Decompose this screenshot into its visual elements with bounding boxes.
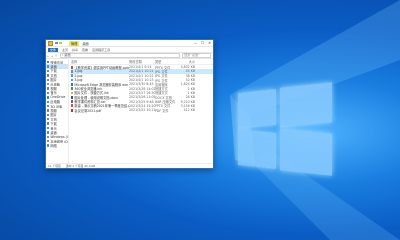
folder-icon [47,65,50,68]
new-folder-icon[interactable] [59,41,62,45]
folder-icon [47,104,50,108]
folder-icon [47,109,50,112]
item-count: 11 个项目 [48,164,61,168]
windows-logo [238,82,333,176]
maximize-button[interactable]: ☐ [199,41,206,45]
windows-logo-pane-bottom-right [280,128,332,176]
windows-logo-pane-top-right [280,82,332,128]
folder-icon [47,126,50,130]
windows-logo-pane-top-left [238,89,276,129]
properties-icon[interactable] [55,41,58,45]
file-icon [71,65,74,69]
file-icon [71,108,74,112]
file-type: PDF 文件 [155,108,169,113]
column-header-name[interactable]: 名称 [71,59,129,64]
manage-tab[interactable]: 管理 [69,40,80,46]
column-header-type[interactable]: 类型 [155,59,177,64]
status-bar: 11 个项目 选中 1 个项目 45.0 KB [46,163,213,168]
folder-icon [47,74,50,77]
folder-icon [47,144,50,147]
file-row[interactable]: 会议记录2021.pdf 2021/3/22 10:11 PDF 文件 412 KB [71,108,213,113]
folder-icon [47,96,50,99]
file-size: 412 KB [183,108,195,113]
up-arrow-icon[interactable]: ↑ [54,54,58,58]
nav-item[interactable]: 网络 [46,143,68,148]
selection-info: 选中 1 个项目 45.0 KB [65,164,96,168]
column-header-date[interactable]: 修改日期 [129,59,155,64]
folder-icon [47,69,50,73]
file-icon [71,70,74,73]
folder-icon [47,82,50,86]
folder-icon [47,135,50,139]
file-list: 名称 修改日期 类型 大小 【教学资源】超实用PPT动画教程.pptx 2021/… [69,59,213,165]
folder-icon [47,61,50,64]
folder-icon [47,78,50,81]
close-button[interactable]: ✕ [206,41,213,45]
minimize-button[interactable]: — [192,41,199,45]
file-name-cell: 会议记录2021.pdf [71,108,129,113]
file-date: 2021/3/22 10:11 [129,108,155,113]
column-header-size[interactable]: 大小 [177,59,195,64]
title-bar[interactable]: 管理 桌面 — ☐ ✕ [46,40,213,47]
folder-icon [47,140,50,143]
folder-icon [47,100,50,103]
nav-item-label: 网络 [50,144,57,148]
windows-logo-pane-bottom-left [238,129,276,169]
file-name: 会议记录2021.pdf [74,108,102,113]
file-explorer-window[interactable]: 管理 桌面 — ☐ ✕ 文件 主页 共享 查看 应用程序工具 ← → ↑ › 桌… [45,39,214,169]
navigation-pane: 快速访问 桌面 下载 文档 图片 此电脑 视频 音乐 OneDrive 此电脑 3D 对象 视频 图片文… [46,59,69,165]
ribbon-tab-file[interactable]: 文件 [48,47,59,52]
search-input[interactable]: 搜索"桌面" [182,52,211,59]
folder-icon [47,113,50,117]
quick-access-toolbar[interactable] [55,41,63,45]
folder-icon [47,87,50,90]
folder-icon [47,131,50,134]
folder-icon [47,122,50,125]
address-field[interactable]: › 桌面 [60,52,180,59]
ribbon-tab-share[interactable]: 共享 [72,48,78,52]
folder-icon [47,118,50,121]
ribbon-tab-app-tools[interactable]: 应用程序工具 [92,48,110,52]
folder-icon [48,40,53,46]
ribbon-tab-view[interactable]: 查看 [82,48,88,52]
file-icon [71,74,74,78]
window-controls: — ☐ ✕ [192,41,213,45]
ribbon-tab-home[interactable]: 主页 [62,48,68,52]
window-title: 桌面 [82,41,89,46]
folder-icon [47,91,50,95]
